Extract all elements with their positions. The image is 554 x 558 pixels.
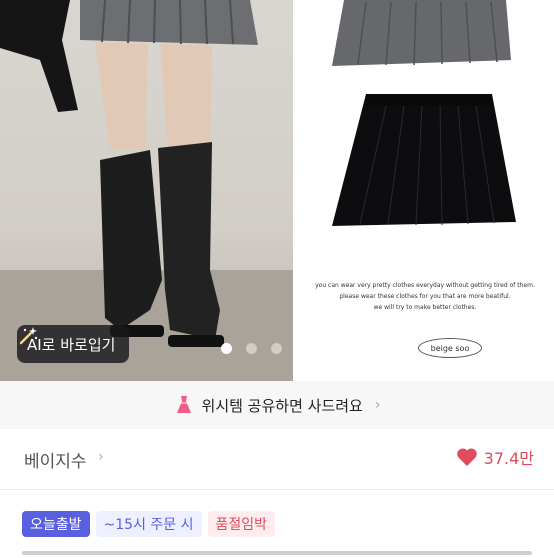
caption-line: please wear these clothes for you that a… bbox=[339, 293, 511, 300]
carousel-dots bbox=[221, 343, 282, 354]
product-title-cropped bbox=[22, 548, 532, 558]
product-photo-flatlay: you can wear very pretty clothes everyda… bbox=[296, 0, 554, 381]
heart-icon bbox=[456, 448, 477, 466]
product-image-carousel[interactable]: AI로 바로입기 you can wear very pretty clothe… bbox=[0, 0, 554, 381]
like-count: 37.4만 bbox=[483, 449, 534, 468]
brand-mark: beige soo bbox=[418, 338, 482, 358]
carousel-dot[interactable] bbox=[221, 343, 232, 354]
caption-line: you can wear very pretty clothes everyda… bbox=[315, 282, 535, 289]
wish-share-banner[interactable]: 위시템 공유하면 사드려요 › bbox=[0, 381, 554, 429]
like-button[interactable]: 37.4만 bbox=[456, 445, 534, 469]
badge-today-ship: 오늘출발 bbox=[22, 511, 90, 537]
ai-try-on-label: AI로 바로입기 bbox=[27, 335, 116, 354]
badge-order-cutoff: ~15시 주문 시 bbox=[95, 511, 202, 537]
chevron-right-icon: › bbox=[374, 397, 381, 413]
product-photo-model: AI로 바로입기 bbox=[0, 0, 293, 381]
carousel-dot[interactable] bbox=[246, 343, 257, 354]
caption-line: we will try to make better clothes. bbox=[373, 304, 477, 311]
shop-name[interactable]: 베이지수 bbox=[24, 447, 87, 472]
carousel-dot[interactable] bbox=[271, 343, 282, 354]
wish-share-label: 위시템 공유하면 사드려요 bbox=[201, 396, 363, 415]
shipping-badges: 오늘출발 ~15시 주문 시 품절임박 bbox=[22, 511, 276, 537]
shop-row[interactable]: 베이지수 › 37.4만 bbox=[0, 429, 554, 490]
dress-icon bbox=[176, 396, 191, 413]
chevron-right-icon: › bbox=[98, 449, 104, 465]
ai-try-on-button[interactable]: AI로 바로입기 bbox=[17, 325, 130, 363]
magic-wand-icon bbox=[19, 327, 38, 345]
badge-low-stock: 품절임박 bbox=[207, 511, 276, 537]
